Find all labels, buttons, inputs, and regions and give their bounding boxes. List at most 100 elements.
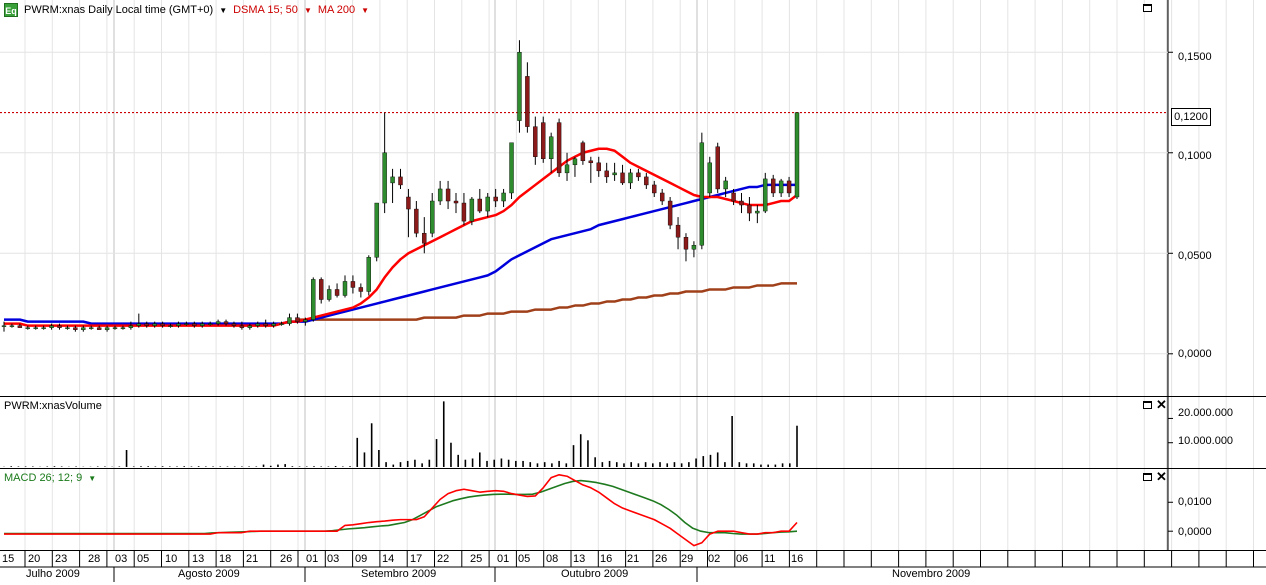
candle: [556, 118, 562, 177]
candle: [572, 156, 578, 177]
candle: [311, 277, 316, 322]
candle: [604, 162, 609, 183]
macd-dropdown-icon[interactable]: ▼: [88, 474, 96, 483]
candle: [509, 142, 514, 200]
day-label: 26: [655, 553, 668, 565]
candle: [287, 313, 292, 326]
candle: [525, 62, 530, 133]
macd-pane: MACD 26; 12; 9 ▼ ✕ 0,0100 0,0000: [0, 469, 1266, 550]
symbol-title[interactable]: PWRM:xnas Daily Local time (GMT+0): [24, 4, 213, 16]
candle: [390, 168, 395, 204]
candle: [588, 156, 594, 183]
candle: [628, 168, 633, 189]
x-axis[interactable]: 15 20 23 28 03 05 10 13 18 21 26 01 03 0…: [0, 550, 1266, 582]
day-label: 25: [470, 553, 483, 565]
candle: [763, 172, 768, 214]
ma200-line: [297, 282, 797, 321]
price-chart[interactable]: [0, 0, 1266, 396]
candle: [342, 275, 348, 298]
day-label: 16: [791, 553, 804, 565]
day-label: 03: [115, 553, 128, 565]
macd-title[interactable]: MACD 26; 12; 9: [4, 472, 82, 484]
candle: [580, 140, 586, 165]
day-label: 09: [355, 553, 368, 565]
candle: [620, 164, 625, 185]
day-label: 13: [192, 553, 205, 565]
day-label: 01: [497, 553, 510, 565]
candle: [667, 196, 673, 230]
day-label: 20: [28, 553, 41, 565]
day-label: 16: [600, 553, 613, 565]
candle: [422, 217, 427, 254]
day-label: 17: [410, 553, 423, 565]
symbol-dropdown-icon[interactable]: ▼: [219, 6, 227, 15]
macd-y-tick: 0,0100: [1178, 496, 1212, 508]
indicator-dsma-label[interactable]: DSMA 15; 50: [233, 4, 298, 16]
candle: [755, 205, 760, 224]
day-label: 10: [165, 553, 178, 565]
day-label: 05: [137, 553, 150, 565]
candle: [326, 285, 332, 302]
volume-title[interactable]: PWRM:xnasVolume: [4, 400, 102, 412]
candle: [319, 277, 324, 304]
candle: [794, 112, 800, 200]
volume-chart[interactable]: [0, 397, 1266, 468]
macd-chart[interactable]: [0, 469, 1266, 550]
maximize-price-pane-icon[interactable]: [1143, 4, 1152, 12]
macd-y-tick: 0,0000: [1178, 526, 1212, 538]
candle: [644, 172, 649, 189]
candle: [366, 255, 371, 296]
day-label: 18: [219, 553, 232, 565]
chart-header: Eq PWRM:xnas Daily Local time (GMT+0) ▼ …: [4, 3, 369, 17]
candle: [699, 132, 705, 250]
price-y-tick: 0,0000: [1178, 348, 1212, 360]
candle: [382, 112, 387, 214]
day-label: 22: [437, 553, 450, 565]
ma-dropdown-icon[interactable]: ▼: [361, 6, 369, 15]
month-label: Setembro 2009: [361, 568, 437, 580]
candle: [493, 188, 498, 208]
day-label: 14: [382, 553, 395, 565]
candle: [501, 188, 506, 208]
candle: [659, 188, 665, 206]
maximize-volume-pane-icon[interactable]: [1143, 401, 1152, 409]
day-label: 03: [327, 553, 340, 565]
maximize-macd-pane-icon[interactable]: [1143, 473, 1152, 481]
close-macd-pane-icon[interactable]: ✕: [1156, 470, 1167, 483]
month-label: Outubro 2009: [561, 568, 629, 580]
day-label: 23: [55, 553, 68, 565]
volume-pane: PWRM:xnasVolume ✕ 20.000.000 10.000.000: [0, 397, 1266, 469]
price-y-tick: 0,0500: [1178, 250, 1212, 262]
candle: [445, 180, 451, 210]
day-label: 28: [88, 553, 101, 565]
candle: [778, 178, 784, 197]
day-label: 29: [681, 553, 694, 565]
candle: [596, 156, 601, 177]
candle: [691, 241, 697, 258]
macd-signal-line: [4, 479, 798, 535]
candle: [414, 201, 419, 238]
volume-y-tick: 10.000.000: [1178, 435, 1234, 447]
candle: [517, 40, 522, 133]
dsma-dropdown-icon[interactable]: ▼: [304, 6, 312, 15]
indicator-ma-label[interactable]: MA 200: [318, 4, 355, 16]
candle: [350, 275, 356, 294]
candle: [437, 180, 443, 206]
candle: [739, 192, 744, 214]
candle: [771, 174, 776, 197]
candle: [334, 283, 340, 298]
day-label: 02: [708, 553, 721, 565]
month-label: Novembro 2009: [892, 568, 971, 580]
candle: [636, 168, 641, 181]
candle: [548, 132, 554, 173]
candle: [430, 192, 435, 238]
candle: [533, 116, 538, 165]
candle: [564, 152, 570, 181]
candle: [358, 283, 364, 298]
day-label: 11: [764, 553, 776, 565]
close-volume-pane-icon[interactable]: ✕: [1156, 398, 1167, 411]
day-label: 01: [306, 553, 319, 565]
candle: [715, 142, 720, 193]
dsma50-line: [4, 183, 797, 325]
candle: [707, 156, 712, 197]
